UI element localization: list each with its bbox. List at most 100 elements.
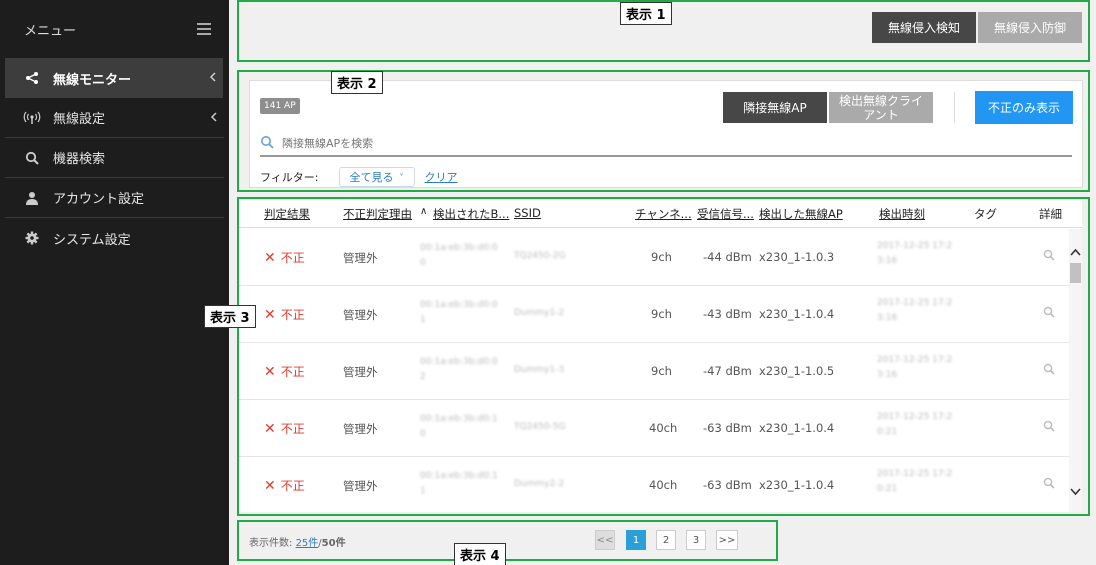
table-body: ✕ 不正 管理外 00:1a:eb:3b:d0:0 0 TQ2450-2G 9ch … <box>239 229 1069 512</box>
signal-cell: -44 dBm <box>703 250 752 264</box>
filter-row: フィルター: 全て見る ˅ クリア <box>260 167 458 187</box>
sidebar-item-wireless-settings[interactable]: 無線設定 <box>5 98 224 138</box>
bssid-cell: 00:1a:eb:3b:d0:1 0 <box>420 414 498 439</box>
detected-ap-cell: x230_1-1.0.4 <box>759 478 835 492</box>
col-judgement[interactable]: 判定結果 <box>264 206 310 222</box>
sidebar-item-label: アカウント設定 <box>53 192 145 207</box>
invalid-status: ✕ 不正 <box>264 420 305 437</box>
ap-filter-panel: 141 AP 隣接無線AP 検出無線クライアント 不正のみ表示 フィルター: 全… <box>249 80 1083 188</box>
page-size-info: 表示件数: 25件/50件 <box>249 534 346 549</box>
col-channel[interactable]: チャンネ... <box>635 206 692 222</box>
search-input[interactable] <box>282 136 682 150</box>
time-cell: 2017-12-25 17:2 3:16 <box>877 298 953 323</box>
table-row[interactable]: ✕ 不正 管理外 00:1a:eb:3b:d0:0 1 Dummy1-2 9ch -… <box>239 286 1069 343</box>
show-invalid-only-button[interactable]: 不正のみ表示 <box>975 91 1073 124</box>
reason-cell: 管理外 <box>343 479 378 493</box>
page-1-button[interactable]: 1 <box>626 530 646 550</box>
sidebar-item-label: 無線モニター <box>53 72 132 88</box>
filter-select[interactable]: 全て見る ˅ <box>338 167 415 187</box>
sidebar-item-label: 無線設定 <box>53 112 106 127</box>
sidebar-item-system-settings[interactable]: システム設定 <box>5 218 224 258</box>
chevron-down-icon: ˅ <box>399 172 404 182</box>
time-cell: 2017-12-25 17:2 0:21 <box>877 469 953 494</box>
clear-filter-link[interactable]: クリア <box>425 169 458 185</box>
magnifier-icon[interactable] <box>1043 420 1055 435</box>
reason-cell: 管理外 <box>343 365 378 379</box>
chevron-down-icon[interactable] <box>1070 485 1081 499</box>
callout-display-1: 表示 1 <box>620 2 672 25</box>
col-detail: 詳細 <box>1039 207 1062 221</box>
col-reason[interactable]: 不正判定理由 <box>343 206 412 222</box>
bssid-cell: 00:1a:eb:3b:d0:0 2 <box>420 357 498 382</box>
tab-intrusion-detection[interactable]: 無線侵入検知 <box>872 12 976 43</box>
sidebar-item-label: 機器検索 <box>53 152 106 167</box>
bssid-cell: 00:1a:eb:3b:d0:0 1 <box>420 300 498 325</box>
magnifier-icon[interactable] <box>1043 249 1055 264</box>
detected-ap-cell: x230_1-1.0.4 <box>759 307 835 321</box>
ssid-cell: Dummy2-2 <box>514 479 565 489</box>
col-signal[interactable]: 受信信号... <box>697 206 754 222</box>
scrollbar-thumb[interactable] <box>1070 263 1081 283</box>
page-size-link[interactable]: 25件 <box>296 538 319 549</box>
magnifier-icon[interactable] <box>1043 306 1055 321</box>
signal-cell: -43 dBm <box>703 307 752 321</box>
channel-cell: 9ch <box>651 307 672 321</box>
channel-cell: 40ch <box>649 421 678 435</box>
antenna-icon <box>23 111 41 125</box>
table-scrollbar[interactable] <box>1069 229 1082 512</box>
channel-cell: 40ch <box>649 478 678 492</box>
reason-cell: 管理外 <box>343 308 378 322</box>
signal-cell: -63 dBm <box>703 421 752 435</box>
close-icon: ✕ <box>264 306 276 323</box>
magnifier-icon[interactable] <box>1043 477 1055 492</box>
hamburger-menu-icon[interactable] <box>197 23 211 35</box>
signal-cell: -63 dBm <box>703 478 752 492</box>
page-3-button[interactable]: 3 <box>686 530 706 550</box>
divider <box>954 92 955 123</box>
chevron-left-icon <box>209 71 217 86</box>
sidebar: メニュー 無線モニター 無線設定 機器検索 アカウント設定 システム設定 <box>0 0 229 565</box>
tab-neighbor-ap[interactable]: 隣接無線AP <box>723 92 827 123</box>
close-icon: ✕ <box>264 249 276 266</box>
time-cell: 2017-12-25 17:2 3:16 <box>877 355 953 380</box>
last-page-button[interactable]: >> <box>716 530 738 550</box>
chevron-up-icon[interactable] <box>1070 245 1081 259</box>
detected-ap-cell: x230_1-1.0.3 <box>759 250 835 264</box>
sidebar-item-wireless-monitor[interactable]: 無線モニター <box>5 58 223 98</box>
sidebar-item-account-settings[interactable]: アカウント設定 <box>5 178 224 218</box>
time-cell: 2017-12-25 17:2 0:21 <box>877 412 953 437</box>
table-row[interactable]: ✕ 不正 管理外 00:1a:eb:3b:d0:0 2 Dummy1-3 9ch -… <box>239 343 1069 400</box>
col-ssid[interactable]: SSID <box>514 206 541 220</box>
magnifier-icon[interactable] <box>1043 363 1055 378</box>
time-cell: 2017-12-25 17:2 3:16 <box>877 241 953 266</box>
callout-display-3: 表示 3 <box>204 305 256 328</box>
col-tag: タグ <box>974 207 997 221</box>
invalid-status: ✕ 不正 <box>264 363 305 380</box>
detected-ap-cell: x230_1-1.0.4 <box>759 421 835 435</box>
table-row[interactable]: ✕ 不正 管理外 00:1a:eb:3b:d0:1 0 TQ2450-5G 40ch… <box>239 400 1069 457</box>
col-time[interactable]: 検出時刻 <box>879 206 925 222</box>
ssid-cell: TQ2450-2G <box>514 251 566 261</box>
page-size-label: 表示件数: <box>249 538 293 549</box>
filter-select-value: 全て見る <box>349 171 394 184</box>
tab-intrusion-prevention[interactable]: 無線侵入防御 <box>978 12 1082 43</box>
search-icon <box>23 151 41 165</box>
ap-table: 判定結果 不正判定理由 ∧ 検出されたB... SSID チャンネ... 受信信… <box>239 200 1082 512</box>
table-row[interactable]: ✕ 不正 管理外 00:1a:eb:3b:d0:1 1 Dummy2-2 40ch … <box>239 457 1069 512</box>
callout-display-2: 表示 2 <box>331 71 383 94</box>
tab-detected-clients[interactable]: 検出無線クライアント <box>829 92 933 123</box>
ssid-cell: TQ2450-5G <box>514 422 566 432</box>
sort-asc-icon: ∧ <box>420 206 428 217</box>
close-icon: ✕ <box>264 420 276 437</box>
ssid-cell: Dummy1-2 <box>514 308 565 318</box>
col-detected-ap[interactable]: 検出した無線AP <box>759 206 843 222</box>
first-page-button[interactable]: << <box>595 530 615 550</box>
channel-cell: 9ch <box>651 250 672 264</box>
close-icon: ✕ <box>264 363 276 380</box>
page-2-button[interactable]: 2 <box>656 530 676 550</box>
table-row[interactable]: ✕ 不正 管理外 00:1a:eb:3b:d0:0 0 TQ2450-2G 9ch … <box>239 229 1069 286</box>
invalid-status: ✕ 不正 <box>264 477 305 494</box>
search-icon <box>260 135 274 152</box>
sidebar-item-device-search[interactable]: 機器検索 <box>5 138 224 178</box>
col-bssid[interactable]: 検出されたB... <box>433 206 509 222</box>
